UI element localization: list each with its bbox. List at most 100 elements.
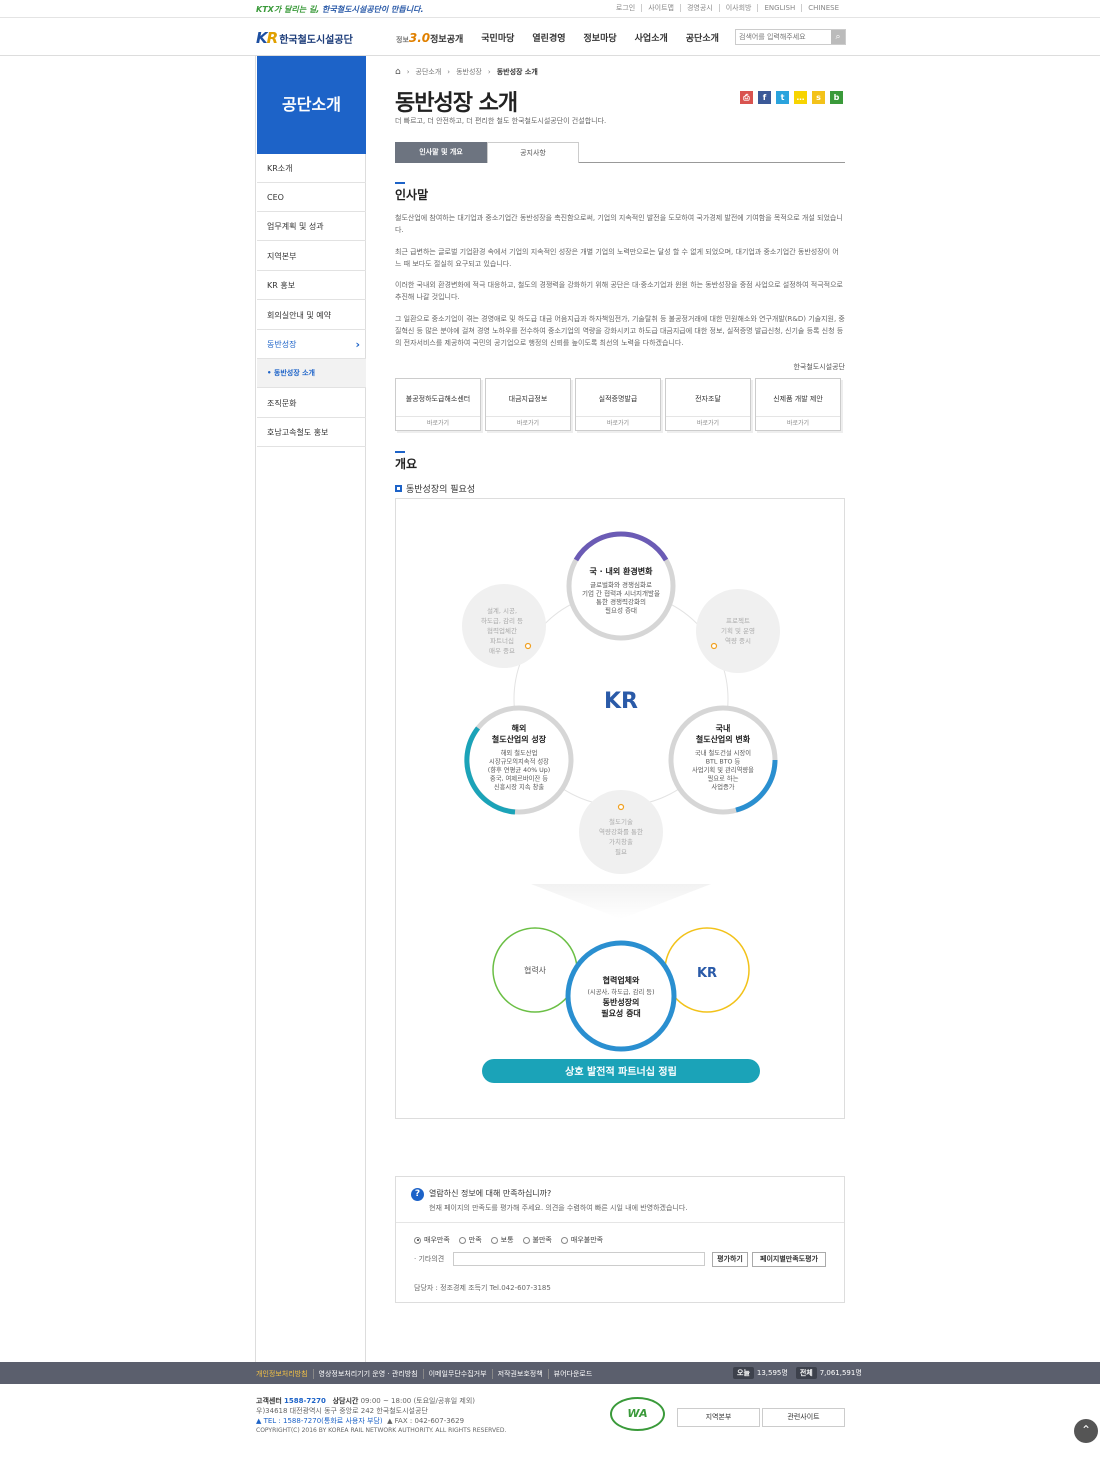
nav-open-management[interactable]: 열린경영 [532, 31, 565, 45]
chevron-right-icon: › [355, 338, 360, 351]
copyright-policy-link[interactable]: 저작권보호정책 [491, 1369, 548, 1379]
search-icon[interactable]: ⌕ [831, 30, 845, 44]
radio-icon[interactable] [458, 1236, 466, 1244]
top-utility-bar: KTX가 달리는 길, 한국철도시설공단이 만듭니다. 로그인 사이트맵 경영공… [0, 0, 1100, 18]
gray-circle-text: 하도급, 감리 등 [481, 616, 523, 625]
band-icon[interactable]: b [830, 91, 843, 104]
greeting-title: 인사말 [395, 188, 429, 202]
right-circle-text: 국내 철도건설 시장이 [695, 748, 751, 757]
greeting-paragraph: 이러한 국내외 환경변화에 적극 대응하고, 철도의 경쟁력을 강화하기 위해 … [395, 281, 843, 301]
greeting-paragraph: 철도산업에 참여하는 대기업과 중소기업간 동반성장을 촉진함으로써, 기업의 … [395, 214, 843, 234]
funnel-arrow [531, 884, 711, 919]
left-circle-text: 신흥시장 지속 창출 [494, 782, 545, 791]
gray-circle-text: 프로젝트 [726, 616, 750, 625]
sidebar-item-pr[interactable]: KR 홍보 [257, 271, 366, 300]
today-count: 13,595명 [756, 1369, 788, 1377]
email-refusal-link[interactable]: 이메일무단수집거부 [422, 1369, 492, 1379]
print-icon[interactable]: ⎙ [740, 91, 753, 104]
side-nav: 공단소개 KR소개 CEO 업무계획 및 성과 지역본부 KR 홍보 회의실안내… [255, 56, 366, 1362]
rating-neutral[interactable]: 보통 [490, 1235, 514, 1245]
search-input[interactable] [736, 30, 831, 44]
left-circle-title: 해외 [512, 723, 527, 733]
sidebar-item-ceo[interactable]: CEO [257, 183, 366, 212]
gray-circle-text: 매우 중요 [489, 647, 515, 655]
right-circle-title: 국내 [716, 723, 731, 733]
top-circle-text: 통한 경쟁력강화의 [596, 597, 646, 606]
disclosure-link[interactable]: 경영공시 [679, 4, 719, 12]
sidebar-item-kr-intro[interactable]: KR소개 [257, 154, 366, 183]
cctv-policy-link[interactable]: 영상정보처리기기 운영 · 관리방침 [312, 1369, 423, 1379]
kakaotalk-icon[interactable]: … [794, 91, 807, 104]
scroll-top-icon[interactable]: ⌃ [1074, 1419, 1098, 1443]
center-kr-logo: KR [604, 689, 638, 714]
sidebar-item-regional[interactable]: 지역본부 [257, 242, 366, 271]
nav-business[interactable]: 사업소개 [635, 31, 668, 45]
total-count: 7,061,591명 [819, 1369, 862, 1377]
sidebar-item-culture[interactable]: 조직문화 [257, 389, 366, 418]
radio-icon[interactable] [522, 1236, 530, 1244]
radio-icon[interactable] [560, 1236, 568, 1244]
footer-links: 개인정보처리방침 영상정보처리기기 운영 · 관리방침 이메일무단수집거부 저작… [256, 1369, 597, 1379]
right-circle-text: 사업증가 [711, 782, 734, 791]
nav-info[interactable]: 정보마당 [584, 31, 617, 45]
sidebar-item-partnership[interactable]: 동반성장 › [257, 330, 366, 359]
site-logo[interactable]: KR 한국철도시설공단 [256, 29, 353, 47]
submit-rating-button[interactable]: 평가하기 [712, 1252, 748, 1267]
content-tabs: 인사말 및 개요 공지사항 [395, 142, 845, 163]
connector-dot [524, 642, 532, 650]
quick-links: 불공정하도급해소센터 바로가기 대금지급정보 바로가기 실적증명발급 바로가기 전자조… [395, 378, 845, 431]
left-circle-title: 철도산업의 성장 [492, 734, 547, 744]
home-icon[interactable]: ⌂ [395, 67, 401, 77]
quick-link-e-procurement[interactable]: 전자조달 바로가기 [665, 378, 751, 431]
nav-about[interactable]: 공단소개 [686, 31, 719, 45]
rating-satisfied[interactable]: 만족 [458, 1235, 482, 1245]
etc-label: · 기타의견 [414, 1255, 445, 1263]
nav-public[interactable]: 국민마당 [481, 31, 514, 45]
rating-very-satisfied[interactable]: 매우만족 [414, 1235, 450, 1245]
sidebar-item-plan[interactable]: 업무계획 및 성과 [257, 212, 366, 241]
left-circle-text: 해외 철도산업 [501, 748, 538, 757]
related-sites-button[interactable]: 관련사이트 [762, 1408, 845, 1427]
left-circle-text: 중국, 여제르바이잔 등 [490, 774, 548, 783]
rating-very-dissatisfied[interactable]: 매우불만족 [560, 1235, 603, 1245]
etc-opinion-input[interactable] [453, 1252, 705, 1266]
tab-notice[interactable]: 공지사항 [487, 142, 579, 163]
sitemap-link[interactable]: 사이트맵 [641, 4, 680, 12]
greeting-paragraph: 최근 급변하는 글로벌 기업환경 속에서 기업의 지속적인 성장은 개별 기업의… [395, 248, 839, 268]
tab-greeting[interactable]: 인사말 및 개요 [395, 142, 487, 163]
breadcrumb-item[interactable]: 동반성장 [456, 67, 482, 77]
board-link[interactable]: 이사회방 [718, 4, 758, 12]
quick-link-payment-info[interactable]: 대금지급정보 바로가기 [485, 378, 571, 431]
login-link[interactable]: 로그인 [610, 4, 641, 12]
facebook-icon[interactable]: f [758, 91, 771, 104]
growth-circle [565, 940, 677, 1052]
bottom-kr-logo: KR [697, 966, 717, 981]
gray-circle-text: 역량 중시 [725, 636, 751, 645]
sidebar-item-honam[interactable]: 호남고속철도 홍보 [257, 418, 366, 447]
english-link[interactable]: ENGLISH [757, 4, 801, 12]
radio-icon[interactable] [490, 1236, 498, 1244]
twitter-icon[interactable]: t [776, 91, 789, 104]
kakaostory-icon[interactable]: s [812, 91, 825, 104]
nav-info-disclosure[interactable]: 정보3.0정보공개 [396, 31, 463, 45]
quick-link-new-product[interactable]: 신제품 개발 제안 바로가기 [755, 378, 841, 431]
header: KR 한국철도시설공단 정보3.0정보공개 국민마당 열린경영 정보마당 사업소… [0, 19, 1100, 56]
sidebar-item-meeting-room[interactable]: 회의실안내 및 예약 [257, 301, 366, 330]
privacy-policy-link[interactable]: 개인정보처리방침 [256, 1369, 313, 1379]
quick-link-unfair-subcontract[interactable]: 불공정하도급해소센터 바로가기 [395, 378, 481, 431]
page-title: 동반성장 소개 [395, 91, 518, 116]
rating-dissatisfied[interactable]: 불만족 [522, 1235, 552, 1245]
regional-select-button[interactable]: 지역본부 [677, 1408, 760, 1427]
footer-bar: 개인정보처리방침 영상정보처리기기 운영 · 관리방침 이메일무단수집거부 저작… [0, 1362, 1100, 1384]
divider [396, 1222, 844, 1223]
radio-icon[interactable] [414, 1236, 421, 1244]
page-rating-button[interactable]: 페이지별만족도평가 [752, 1252, 826, 1267]
sidebar-subitem-partnership-intro[interactable]: • 동반성장 소개 [257, 359, 366, 388]
viewer-download-link[interactable]: 뷰어다운로드 [547, 1369, 598, 1379]
chinese-link[interactable]: CHINESE [801, 4, 845, 12]
quick-link-performance-cert[interactable]: 실적증명발급 바로가기 [575, 378, 661, 431]
question-icon: ? [411, 1188, 424, 1201]
gray-circle-text: 가치창출 [609, 837, 633, 846]
breadcrumb-item[interactable]: 공단소개 [416, 67, 442, 77]
main-nav: 정보3.0정보공개 국민마당 열린경영 정보마당 사업소개 공단소개 [396, 31, 737, 45]
